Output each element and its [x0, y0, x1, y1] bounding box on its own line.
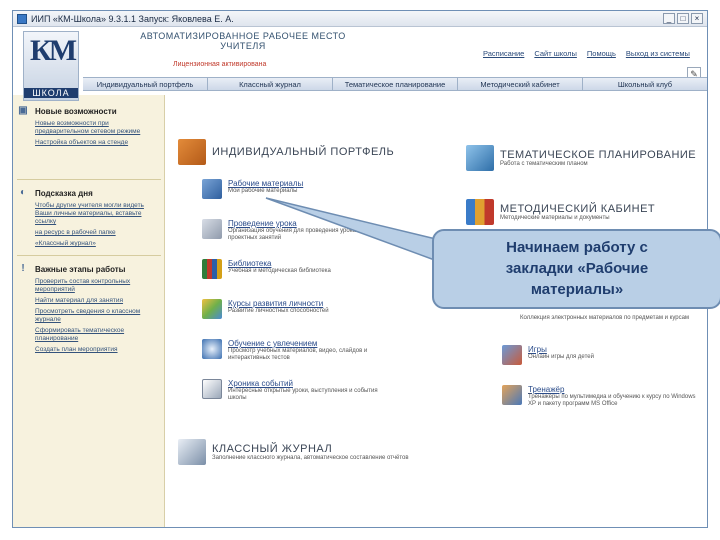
callout-line-2: закладки «Рабочие: [505, 260, 649, 277]
instruction-callout: Начинаем работу с закладки «Рабочие мате…: [432, 229, 720, 309]
callout-pointer-shape: [265, 197, 441, 264]
callout-line-1: Начинаем работу с: [506, 239, 648, 256]
callout-line-3: материалы»: [530, 281, 624, 298]
